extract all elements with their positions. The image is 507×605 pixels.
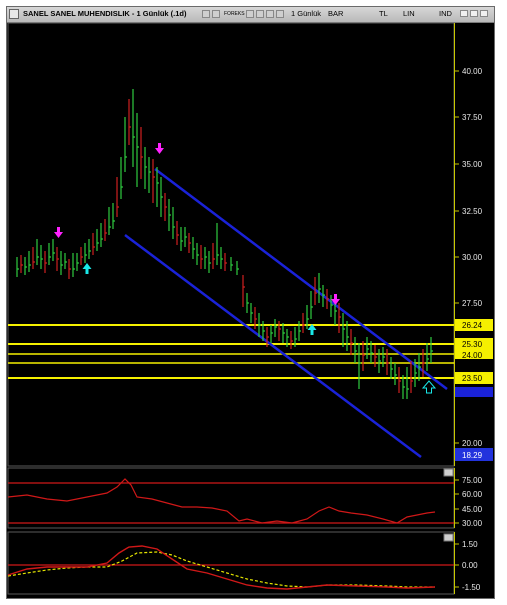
macd-axis: 1.50 0.00 -1.50 xyxy=(455,540,481,592)
svg-text:23.50: 23.50 xyxy=(462,374,483,383)
price-axis xyxy=(455,23,493,466)
svg-text:45.00: 45.00 xyxy=(462,505,483,514)
channel-tag xyxy=(455,387,493,397)
rsi-panel xyxy=(7,467,455,529)
price-tag: 23.50 xyxy=(455,372,493,384)
window-title: SANEL SANEL MUHENDISLIK - 1 Günlük (.1d) xyxy=(23,9,187,18)
svg-text:60.00: 60.00 xyxy=(462,490,483,499)
price-tag: 25.30 xyxy=(455,338,493,350)
chart-canvas[interactable]: 40.00 37.50 35.00 32.50 30.00 27.50 20.0… xyxy=(7,7,494,598)
price-tick-label: 32.50 xyxy=(462,207,483,216)
price-tag: 18.29 xyxy=(455,448,493,461)
menu-lin[interactable]: LIN xyxy=(403,9,415,18)
svg-text:26.24: 26.24 xyxy=(462,321,483,330)
menu-bar[interactable]: BAR xyxy=(328,9,343,18)
svg-text:0.00: 0.00 xyxy=(462,561,478,570)
chart-window: 40.00 37.50 35.00 32.50 30.00 27.50 20.0… xyxy=(6,6,495,599)
svg-text:24.00: 24.00 xyxy=(462,351,483,360)
svg-text:-1.50: -1.50 xyxy=(462,583,481,592)
price-tick-label: 37.50 xyxy=(462,113,483,122)
toolbar-icon[interactable] xyxy=(266,10,274,18)
toolbar-icon[interactable] xyxy=(202,10,210,18)
period-label[interactable]: 1 Günlük xyxy=(291,9,321,18)
price-tag: 24.00 xyxy=(455,350,493,360)
price-tick-label: 40.00 xyxy=(462,67,483,76)
price-tick-label: 27.50 xyxy=(462,299,483,308)
svg-text:1.50: 1.50 xyxy=(462,540,478,549)
toolbar-icon[interactable] xyxy=(276,10,284,18)
price-tick-label: 30.00 xyxy=(462,253,483,262)
price-panel xyxy=(7,22,455,467)
brand-logo: FOREKS xyxy=(224,11,245,17)
panel-close-icon[interactable] xyxy=(443,468,454,477)
window-menu-icon[interactable] xyxy=(9,9,19,19)
price-tag: 26.24 xyxy=(455,319,493,331)
maximize-icon[interactable] xyxy=(470,10,478,17)
svg-text:25.30: 25.30 xyxy=(462,340,483,349)
rsi-axis: 75.00 60.00 45.00 30.00 xyxy=(455,476,483,528)
close-icon[interactable] xyxy=(480,10,488,17)
price-tick-label: 35.00 xyxy=(462,160,483,169)
panel-close-icon[interactable] xyxy=(443,533,454,542)
menu-ind[interactable]: IND xyxy=(439,9,452,18)
svg-text:18.29: 18.29 xyxy=(462,451,483,460)
toolbar-icon[interactable] xyxy=(212,10,220,18)
toolbar-icon[interactable] xyxy=(246,10,254,18)
svg-text:75.00: 75.00 xyxy=(462,476,483,485)
toolbar-icon[interactable] xyxy=(256,10,264,18)
svg-text:30.00: 30.00 xyxy=(462,519,483,528)
price-tick-label: 20.00 xyxy=(462,439,483,448)
minimize-icon[interactable] xyxy=(460,10,468,17)
title-bar[interactable]: SANEL SANEL MUHENDISLIK - 1 Günlük (.1d)… xyxy=(7,7,494,23)
menu-tl[interactable]: TL xyxy=(379,9,388,18)
macd-panel xyxy=(7,531,455,595)
